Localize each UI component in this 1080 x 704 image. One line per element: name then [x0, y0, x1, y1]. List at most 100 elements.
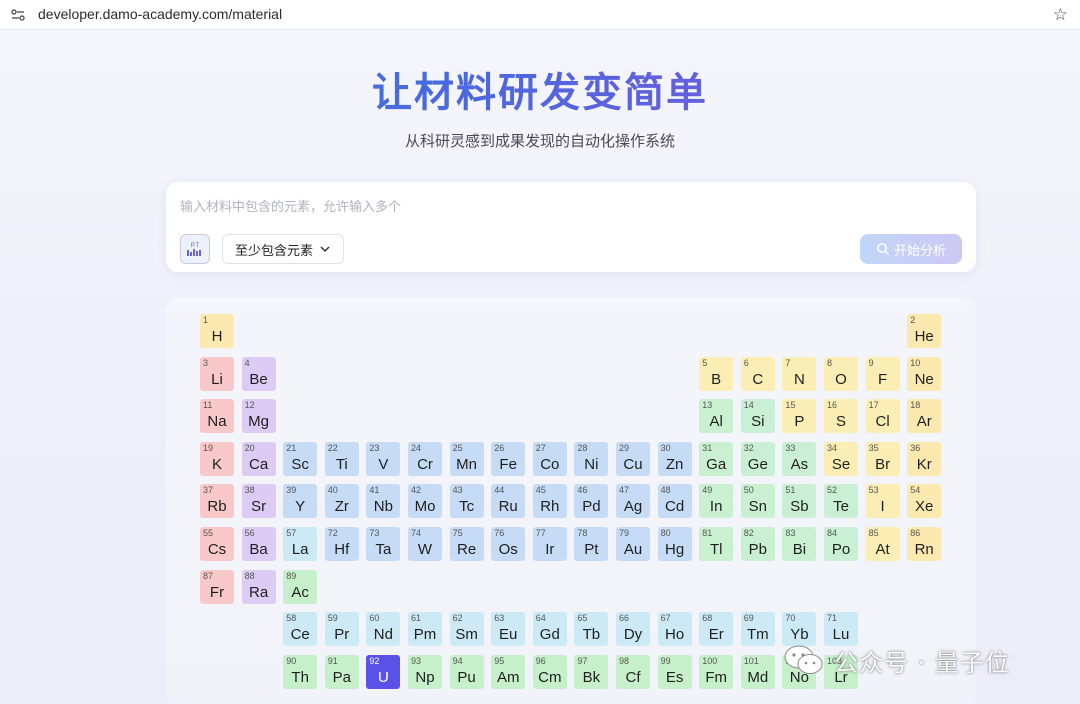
element-cell-ti[interactable]: 22 Ti — [324, 441, 359, 476]
element-cell-rh[interactable]: 45 Rh — [532, 484, 567, 519]
element-cell-po[interactable]: 84 Po — [824, 527, 858, 561]
element-cell-os[interactable]: 76 Os — [491, 527, 526, 561]
element-cell-ra[interactable]: 88 Ra — [241, 569, 276, 604]
element-cell-bk[interactable]: 97 Bk — [574, 654, 609, 689]
element-cell-p[interactable]: 15 P — [782, 399, 817, 434]
element-cell-fr[interactable]: 87 Fr — [200, 569, 234, 604]
element-cell-zr[interactable]: 40 Zr — [324, 484, 359, 519]
element-cell-yb[interactable]: 70 Yb — [782, 612, 817, 647]
element-cell-re[interactable]: 75 Re — [449, 527, 484, 561]
element-cell-np[interactable]: 93 Np — [408, 654, 442, 689]
element-search-input[interactable] — [180, 194, 960, 220]
element-cell-cd[interactable]: 48 Cd — [657, 484, 692, 519]
start-analysis-button[interactable]: 开始分析 — [860, 234, 962, 264]
element-cell-cf[interactable]: 98 Cf — [616, 654, 650, 689]
element-cell-no[interactable]: 102 No — [782, 654, 817, 689]
element-cell-er[interactable]: 68 Er — [699, 612, 734, 647]
element-cell-cs[interactable]: 55 Cs — [200, 527, 234, 561]
periodic-table-toggle-button[interactable]: P.T — [180, 234, 210, 264]
element-cell-o[interactable]: 8O — [824, 356, 858, 391]
element-cell-pd[interactable]: 46 Pd — [574, 484, 609, 519]
element-cell-rb[interactable]: 37 Rb — [200, 484, 234, 519]
element-cell-sm[interactable]: 62 Sm — [449, 612, 484, 647]
element-cell-u[interactable]: 92 U — [366, 654, 401, 689]
element-cell-at[interactable]: 85 At — [865, 527, 900, 561]
element-cell-cr[interactable]: 24 Cr — [408, 441, 442, 476]
site-settings-icon[interactable] — [10, 7, 26, 23]
element-cell-fm[interactable]: 100 Fm — [699, 654, 734, 689]
element-cell-k[interactable]: 19 K — [200, 441, 234, 476]
element-cell-cm[interactable]: 96 Cm — [532, 654, 567, 689]
element-cell-s[interactable]: 16 S — [824, 399, 858, 434]
element-cell-es[interactable]: 99 Es — [657, 654, 692, 689]
element-cell-si[interactable]: 14 Si — [740, 399, 775, 434]
element-cell-br[interactable]: 35 Br — [865, 441, 900, 476]
element-cell-dy[interactable]: 66 Dy — [616, 612, 650, 647]
element-cell-pu[interactable]: 94 Pu — [449, 654, 484, 689]
url-field[interactable]: developer.damo-academy.com/material — [38, 6, 282, 22]
element-cell-zn[interactable]: 30 Zn — [657, 441, 692, 476]
element-cell-ba[interactable]: 56 Ba — [241, 527, 276, 561]
element-cell-se[interactable]: 34 Se — [824, 441, 858, 476]
element-cell-f[interactable]: 9F — [865, 356, 900, 391]
element-cell-sn[interactable]: 50 Sn — [740, 484, 775, 519]
element-cell-ac[interactable]: 89 Ac — [283, 569, 318, 604]
element-cell-ce[interactable]: 58 Ce — [283, 612, 318, 647]
element-cell-mn[interactable]: 25 Mn — [449, 441, 484, 476]
element-cell-be[interactable]: 4 Be — [241, 356, 276, 391]
element-cell-pt[interactable]: 78 Pt — [574, 527, 609, 561]
element-cell-sb[interactable]: 51 Sb — [782, 484, 817, 519]
element-cell-ta[interactable]: 73 Ta — [366, 527, 401, 561]
element-cell-bi[interactable]: 83 Bi — [782, 527, 817, 561]
element-cell-fe[interactable]: 26 Fe — [491, 441, 526, 476]
element-cell-tl[interactable]: 81 Tl — [699, 527, 734, 561]
element-cell-h[interactable]: 1H — [200, 314, 234, 348]
element-cell-nd[interactable]: 60 Nd — [366, 612, 401, 647]
element-cell-c[interactable]: 6C — [740, 356, 775, 391]
element-cell-pb[interactable]: 82 Pb — [740, 527, 775, 561]
element-cell-hg[interactable]: 80 Hg — [657, 527, 692, 561]
element-cell-n[interactable]: 7N — [782, 356, 817, 391]
element-cell-xe[interactable]: 54 Xe — [907, 484, 942, 519]
element-cell-mg[interactable]: 12 Mg — [241, 399, 276, 434]
element-cell-b[interactable]: 5B — [699, 356, 734, 391]
element-cell-ni[interactable]: 28 Ni — [574, 441, 609, 476]
element-cell-lr[interactable]: 103 Lr — [824, 654, 858, 689]
element-cell-as[interactable]: 33 As — [782, 441, 817, 476]
element-cell-au[interactable]: 79 Au — [616, 527, 650, 561]
element-cell-w[interactable]: 74 W — [408, 527, 442, 561]
element-cell-tm[interactable]: 69 Tm — [740, 612, 775, 647]
element-cell-am[interactable]: 95 Am — [491, 654, 526, 689]
element-cell-sc[interactable]: 21 Sc — [283, 441, 318, 476]
element-cell-kr[interactable]: 36 Kr — [907, 441, 942, 476]
element-cell-te[interactable]: 52 Te — [824, 484, 858, 519]
element-cell-ru[interactable]: 44 Ru — [491, 484, 526, 519]
bookmark-star-icon[interactable]: ☆ — [1053, 5, 1068, 25]
element-cell-ge[interactable]: 32 Ge — [740, 441, 775, 476]
element-cell-sr[interactable]: 38 Sr — [241, 484, 276, 519]
element-cell-mo[interactable]: 42 Mo — [408, 484, 442, 519]
element-cell-cl[interactable]: 17 Cl — [865, 399, 900, 434]
element-cell-cu[interactable]: 29 Cu — [616, 441, 650, 476]
element-cell-ag[interactable]: 47 Ag — [616, 484, 650, 519]
element-cell-ar[interactable]: 18 Ar — [907, 399, 942, 434]
element-cell-la[interactable]: 57 La — [283, 527, 318, 561]
element-cell-ne[interactable]: 10 Ne — [907, 356, 942, 391]
element-cell-ir[interactable]: 77 Ir — [532, 527, 567, 561]
element-cell-tc[interactable]: 43 Tc — [449, 484, 484, 519]
element-cell-co[interactable]: 27 Co — [532, 441, 567, 476]
element-cell-pa[interactable]: 91 Pa — [324, 654, 359, 689]
element-cell-pr[interactable]: 59 Pr — [324, 612, 359, 647]
element-cell-hf[interactable]: 72 Hf — [324, 527, 359, 561]
element-cell-li[interactable]: 3 Li — [200, 356, 234, 391]
element-cell-md[interactable]: 101 Md — [740, 654, 775, 689]
element-cell-he[interactable]: 2 He — [907, 314, 942, 348]
element-cell-ho[interactable]: 67 Ho — [657, 612, 692, 647]
element-cell-nb[interactable]: 41 Nb — [366, 484, 401, 519]
element-cell-i[interactable]: 53 I — [865, 484, 900, 519]
element-cell-pm[interactable]: 61 Pm — [408, 612, 442, 647]
element-cell-th[interactable]: 90 Th — [283, 654, 318, 689]
element-cell-gd[interactable]: 64 Gd — [532, 612, 567, 647]
element-cell-na[interactable]: 11 Na — [200, 399, 234, 434]
element-cell-in[interactable]: 49 In — [699, 484, 734, 519]
